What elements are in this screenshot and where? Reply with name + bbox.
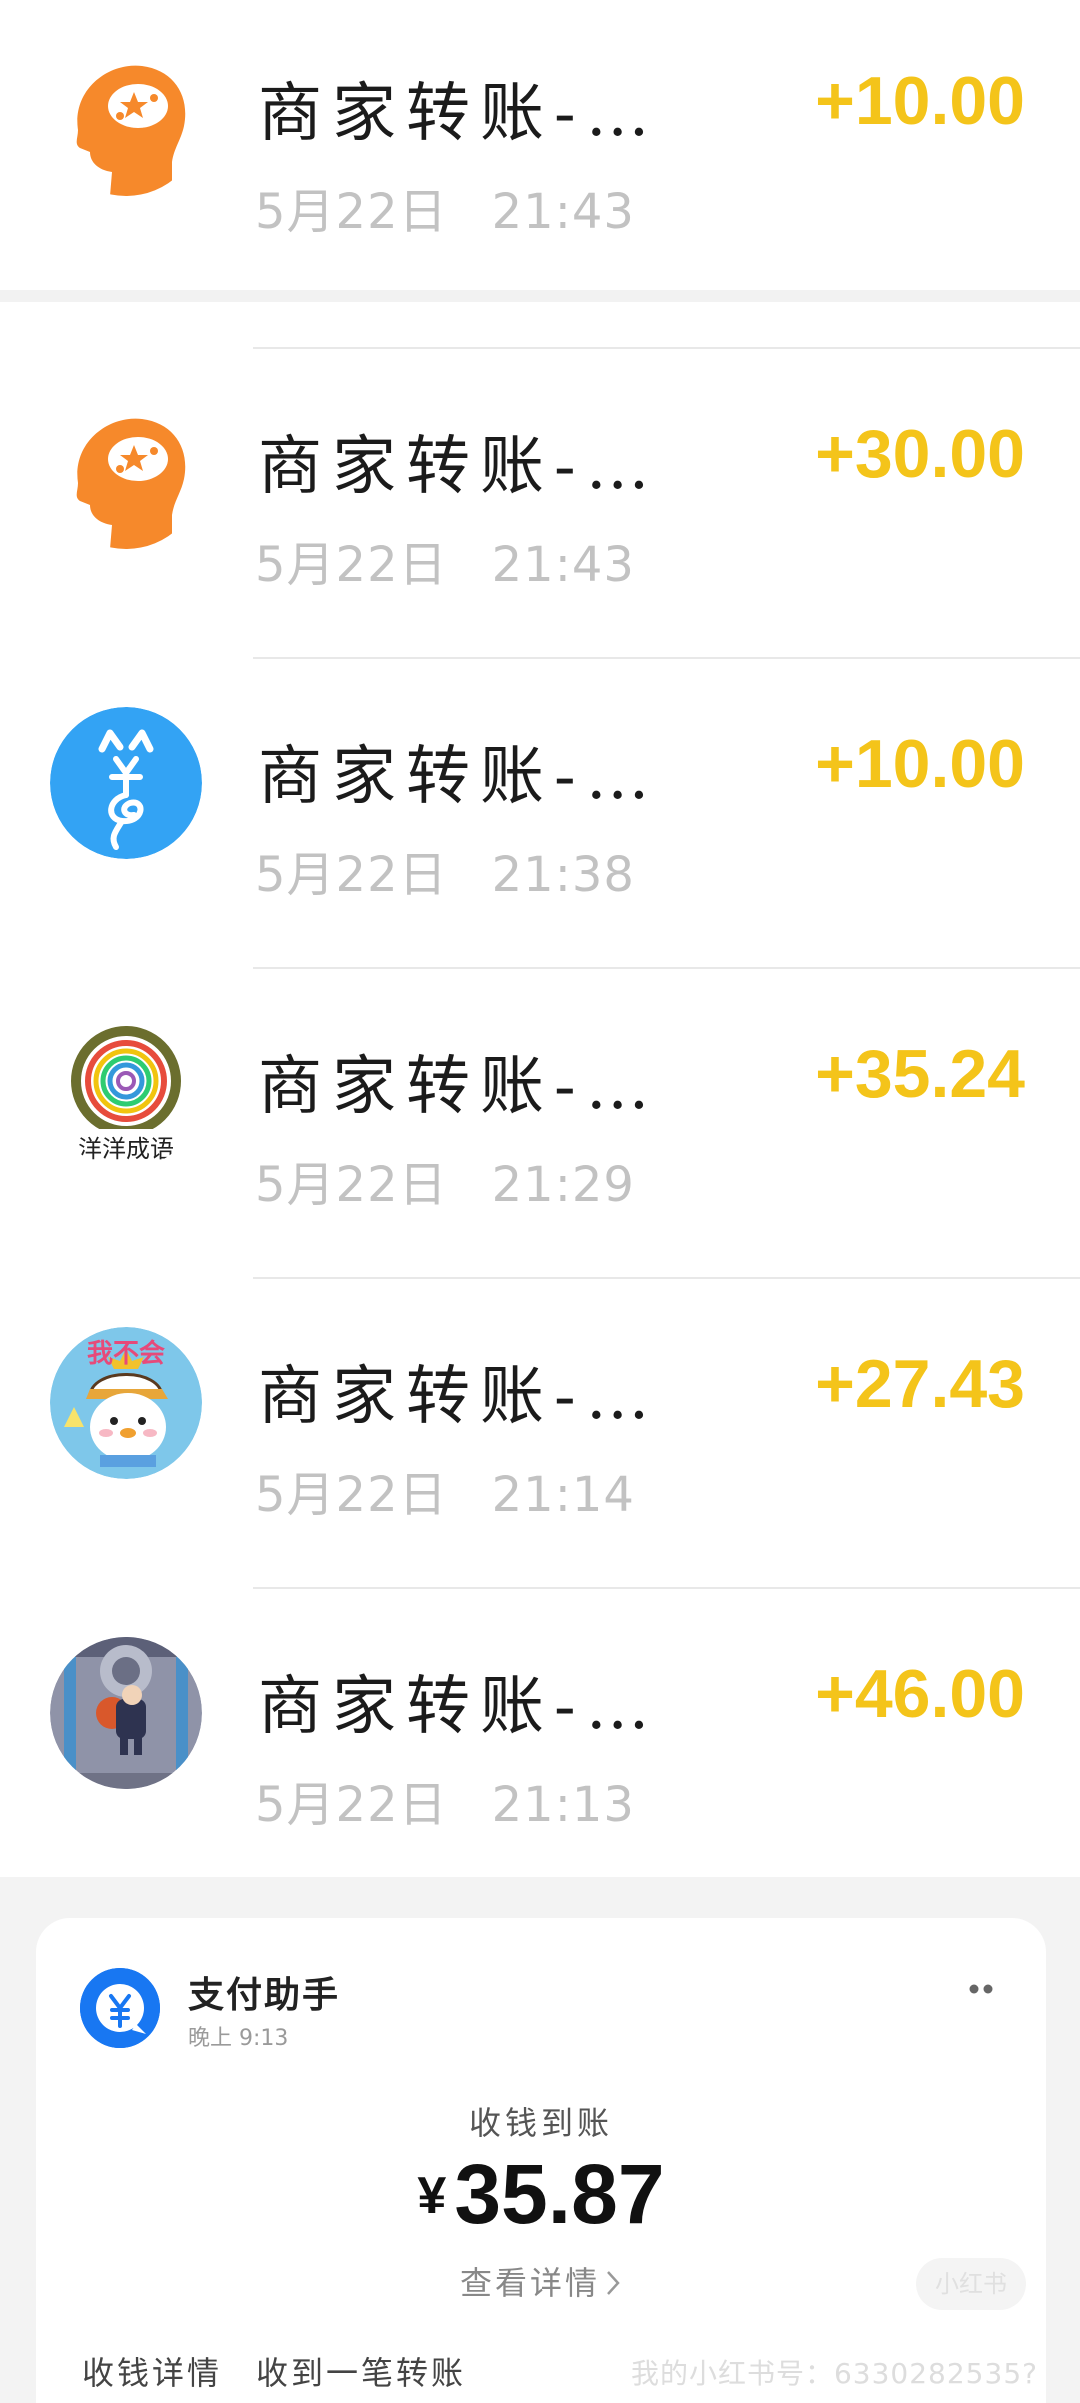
transaction-date: 5月22日 <box>255 847 448 903</box>
merchant-avatar-cartoon-chick-icon: 我不会 <box>50 1327 202 1479</box>
transaction-title: 商家转账-… <box>258 1360 660 1434</box>
transaction-amount: +30.00 <box>815 416 1025 492</box>
transaction-time: 21:13 <box>491 1777 635 1833</box>
notification-label: 收钱到账 <box>468 2104 613 2142</box>
view-details-link[interactable]: 查看详情 <box>36 2258 1046 2304</box>
avatar-caption: 我不会 <box>86 1339 165 1369</box>
transaction-row[interactable]: 我不会 商家转账-… 5月22日 21:14 +27.43 <box>0 1277 1080 1587</box>
section-gap <box>0 290 1080 302</box>
transaction-amount: +10.00 <box>815 726 1025 802</box>
row-divider <box>253 967 1080 969</box>
transaction-time: 21:43 <box>491 184 635 240</box>
row-divider <box>253 1587 1080 1589</box>
row-divider <box>253 657 1080 659</box>
merchant-avatar-game-character-icon <box>50 1637 202 1789</box>
merchant-avatar-rainbow-ring-icon: 洋洋成语 <box>50 1017 202 1169</box>
transaction-row[interactable]: 商家转账-… 5月22日 21:38 +10.00 <box>0 657 1080 967</box>
footer-title: 收钱详情 <box>82 2354 223 2392</box>
transaction-amount: +46.00 <box>815 1656 1025 1732</box>
notification-footer: 收钱详情 收到一笔转账 <box>82 2348 466 2394</box>
view-details-label: 查看详情 <box>459 2264 600 2302</box>
transaction-title: 商家转账-… <box>258 77 660 151</box>
notification-sender: 支付助手 <box>188 1974 341 2016</box>
transaction-time: 21:14 <box>491 1467 635 1523</box>
transaction-time: 21:38 <box>491 847 635 903</box>
watermark-text: 我的小红书号：6330282535? <box>630 2357 1038 2390</box>
transaction-date: 5月22日 <box>255 537 448 593</box>
row-divider <box>253 347 1080 349</box>
merchant-avatar-orange-head-icon <box>50 397 202 549</box>
pay-assistant-yuan-icon <box>80 1968 160 2048</box>
transaction-datetime: 5月22日 21:29 <box>255 1145 635 1215</box>
transaction-amount: +35.24 <box>815 1036 1025 1112</box>
transaction-row[interactable]: 商家转账-… 5月22日 21:43 +10.00 <box>0 0 1080 310</box>
transaction-datetime: 5月22日 21:38 <box>255 835 635 905</box>
transaction-title: 商家转账-… <box>258 1670 660 1744</box>
chevron-right-icon <box>607 2271 620 2295</box>
transaction-date: 5月22日 <box>255 1777 448 1833</box>
transaction-title: 商家转账-… <box>258 740 660 814</box>
avatar-caption: 洋洋成语 <box>78 1135 174 1163</box>
transaction-datetime: 5月22日 21:43 <box>255 525 635 595</box>
currency-symbol: ¥ <box>417 2167 447 2225</box>
footer-value: 收到一笔转账 <box>256 2354 467 2392</box>
payment-notification-card[interactable]: 支付助手 晚上 9:13 收钱到账 ¥35.87 查看详情 小红书 收钱详情 收到… <box>36 1918 1046 2403</box>
transaction-datetime: 5月22日 21:14 <box>255 1455 635 1525</box>
transaction-time: 21:29 <box>491 1157 635 1213</box>
watermark-badge: 小红书 <box>916 2258 1026 2310</box>
transaction-row[interactable]: 洋洋成语 商家转账-… 5月22日 21:29 +35.24 <box>0 967 1080 1277</box>
transaction-amount: +10.00 <box>815 63 1025 139</box>
merchant-avatar-orange-head-icon <box>50 44 202 196</box>
row-divider <box>253 1277 1080 1279</box>
transaction-row[interactable]: 商家转账-… 5月22日 21:13 +46.00 <box>0 1587 1080 1897</box>
merchant-avatar-blue-cat-icon <box>50 707 202 859</box>
transaction-date: 5月22日 <box>255 1467 448 1523</box>
transaction-date: 5月22日 <box>255 184 448 240</box>
transaction-card-top: 商家转账-… 5月22日 21:43 +10.00 <box>0 0 1080 290</box>
transaction-date: 5月22日 <box>255 1157 448 1213</box>
transaction-time: 21:43 <box>491 537 635 593</box>
transaction-amount: +27.43 <box>815 1346 1025 1422</box>
transaction-row[interactable]: 商家转账-… 5月22日 21:43 +30.00 <box>0 347 1080 657</box>
transaction-title: 商家转账-… <box>258 1050 660 1124</box>
transaction-title: 商家转账-… <box>258 430 660 504</box>
more-options-icon[interactable] <box>962 1974 1002 2004</box>
notification-amount: ¥35.87 <box>36 2146 1046 2243</box>
amount-value: 35.87 <box>454 2147 665 2241</box>
transaction-datetime: 5月22日 21:13 <box>255 1765 635 1835</box>
transaction-list: 商家转账-… 5月22日 21:43 +30.00 商家转账-… 5月22日 21:… <box>0 302 1080 1877</box>
notification-time: 晚上 9:13 <box>188 2026 289 2051</box>
transaction-datetime: 5月22日 21:43 <box>255 172 635 242</box>
